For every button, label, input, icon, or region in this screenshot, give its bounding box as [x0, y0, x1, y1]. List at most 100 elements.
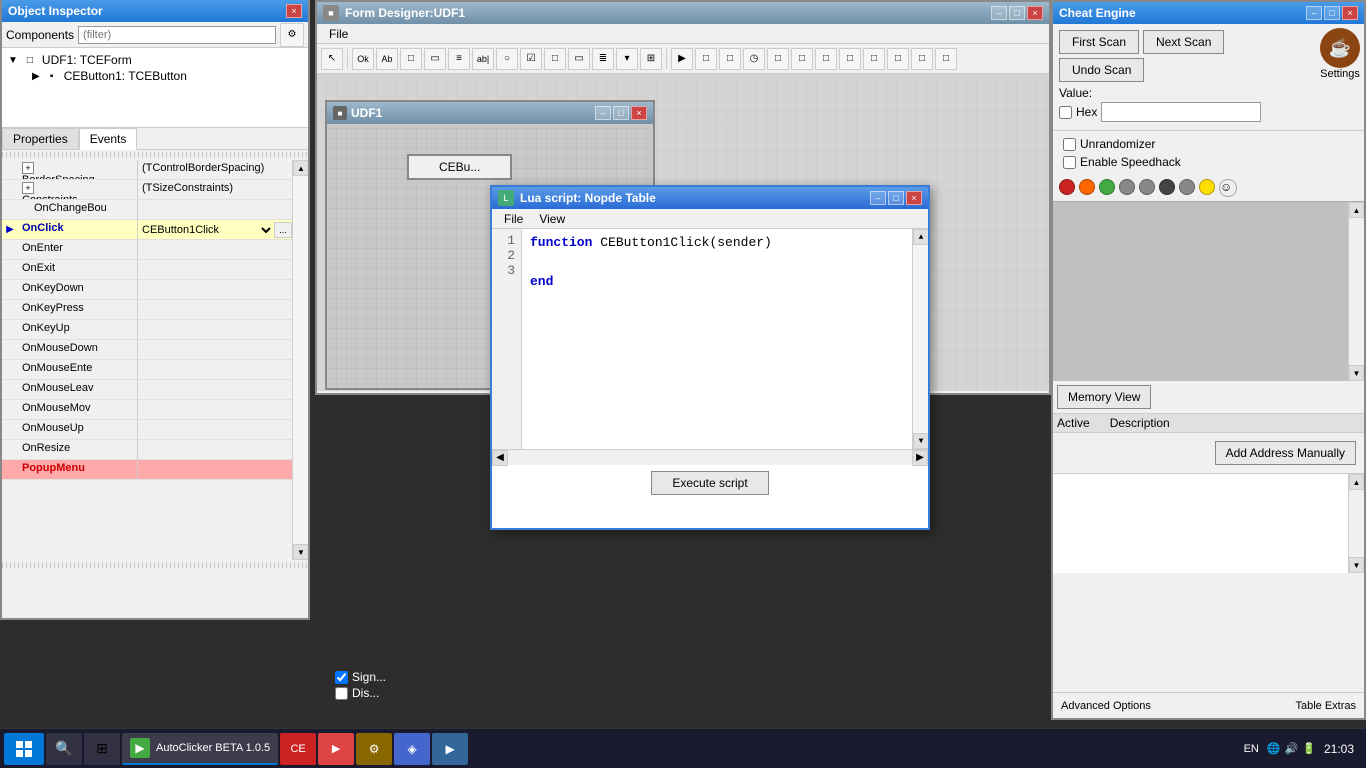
lua-scroll-track[interactable]: [913, 245, 928, 433]
prop-row-onkeypress[interactable]: OnKeyPress: [2, 300, 292, 320]
prop-row-popupmenu[interactable]: PopupMenu: [2, 460, 292, 480]
lua-scrollbar-h[interactable]: ◀ ▶: [492, 449, 928, 465]
prop-row-onmouseente[interactable]: OnMouseEnte: [2, 360, 292, 380]
taskbar-app2[interactable]: ▶: [318, 733, 354, 765]
fd-check-btn[interactable]: ☑: [520, 48, 542, 70]
tab-events[interactable]: Events: [79, 128, 138, 150]
fd-tb4-btn[interactable]: □: [863, 48, 885, 70]
sign-checkbox[interactable]: [335, 671, 348, 684]
start-button[interactable]: [4, 733, 44, 765]
filter-btn[interactable]: ⚙: [280, 23, 304, 47]
scroll-up-btn[interactable]: ▲: [293, 160, 308, 176]
ce-scroll-down[interactable]: ▼: [1349, 365, 1364, 381]
lua-close-btn[interactable]: ×: [906, 191, 922, 205]
prop-row-borderspacing[interactable]: + BorderSpacing (TControlBorderSpacing): [2, 160, 292, 180]
fd-tb5-btn[interactable]: □: [887, 48, 909, 70]
prop-value-onclick-select[interactable]: CEButton1Click: [138, 223, 274, 237]
fd-panel-btn[interactable]: □: [544, 48, 566, 70]
onclick-ellipsis-btn[interactable]: ...: [274, 222, 292, 238]
prop-row-onmousemov[interactable]: OnMouseMov: [2, 400, 292, 420]
taskbar-app-autoclicker[interactable]: ▶ AutoClicker BETA 1.0.5: [122, 733, 278, 765]
udf1-button[interactable]: CEBu...: [407, 154, 512, 180]
prop-row-onresize[interactable]: OnResize: [2, 440, 292, 460]
fd-timer-btn[interactable]: ◷: [743, 48, 765, 70]
speedhack-checkbox[interactable]: [1063, 156, 1076, 169]
fd-ce-btn[interactable]: □: [695, 48, 717, 70]
lua-scrollbar-v[interactable]: ▲ ▼: [912, 229, 928, 449]
fd-memo-btn[interactable]: ≡: [448, 48, 470, 70]
prop-expand-border[interactable]: +: [22, 162, 34, 174]
lua-scroll-left[interactable]: ◀: [492, 450, 508, 466]
settings-area[interactable]: ☕ Settings: [1320, 28, 1360, 80]
fd-progress-btn[interactable]: □: [767, 48, 789, 70]
ce-minimize-btn[interactable]: –: [1306, 6, 1322, 20]
ce-scrollbar-v[interactable]: ▲ ▼: [1348, 202, 1364, 381]
fd-ab-btn[interactable]: Ab: [376, 48, 398, 70]
taskbar-ce-icon[interactable]: CE: [280, 733, 316, 765]
addr-table-body[interactable]: ▲ ▼: [1053, 473, 1364, 573]
taskbar-app3[interactable]: ⚙: [356, 733, 392, 765]
undo-scan-btn[interactable]: Undo Scan: [1059, 58, 1144, 82]
prop-row-onexit[interactable]: OnExit: [2, 260, 292, 280]
first-scan-btn[interactable]: First Scan: [1059, 30, 1139, 54]
add-address-btn[interactable]: Add Address Manually: [1215, 441, 1356, 465]
fd-tb1-btn[interactable]: □: [791, 48, 813, 70]
prop-expand-constraints[interactable]: +: [22, 182, 34, 194]
taskbar-app5[interactable]: ▶: [432, 733, 468, 765]
fd-group-btn[interactable]: ▭: [568, 48, 590, 70]
lua-minimize-btn[interactable]: –: [870, 191, 886, 205]
lua-file-menu[interactable]: File: [496, 210, 531, 228]
ce-scroll-track[interactable]: [1349, 218, 1364, 365]
udf1-maximize[interactable]: □: [613, 106, 629, 120]
hex-checkbox[interactable]: [1059, 106, 1072, 119]
ce-close-btn[interactable]: ×: [1342, 6, 1358, 20]
fd-ok-btn[interactable]: Ok: [352, 48, 374, 70]
fd-select-tool[interactable]: ↖: [321, 48, 343, 70]
prop-row-onclick[interactable]: ▶ OnClick CEButton1Click ...: [2, 220, 292, 240]
fd-img-btn[interactable]: ▭: [424, 48, 446, 70]
fd-combo-btn[interactable]: ▾: [616, 48, 638, 70]
fd-script-btn[interactable]: □: [719, 48, 741, 70]
fd-grid-btn[interactable]: ⊞: [640, 48, 662, 70]
prop-row-onenter[interactable]: OnEnter: [2, 240, 292, 260]
form-close-btn[interactable]: ×: [1027, 6, 1043, 20]
props-scrollbar[interactable]: ▲ ▼: [292, 160, 308, 560]
udf1-minimize[interactable]: –: [595, 106, 611, 120]
prop-row-onmouseup[interactable]: OnMouseUp: [2, 420, 292, 440]
unrandomizer-checkbox[interactable]: [1063, 138, 1076, 151]
fd-tb7-btn[interactable]: □: [935, 48, 957, 70]
value-input-field[interactable]: [1101, 102, 1261, 122]
lua-view-menu[interactable]: View: [531, 210, 573, 228]
memory-view-btn[interactable]: Memory View: [1057, 385, 1151, 409]
ce-scroll-up[interactable]: ▲: [1349, 202, 1364, 218]
prop-row-constraints[interactable]: + Constraints (TSizeConstraints): [2, 180, 292, 200]
addr-scroll-track[interactable]: [1349, 490, 1364, 557]
props-list[interactable]: + BorderSpacing (TControlBorderSpacing) …: [2, 160, 292, 560]
scroll-track[interactable]: [293, 176, 308, 544]
fd-radio-btn[interactable]: ○: [496, 48, 518, 70]
tab-properties[interactable]: Properties: [2, 128, 79, 149]
fd-tb3-btn[interactable]: □: [839, 48, 861, 70]
addr-scroll-down[interactable]: ▼: [1349, 557, 1364, 573]
prop-row-onkeyup[interactable]: OnKeyUp: [2, 320, 292, 340]
next-scan-btn[interactable]: Next Scan: [1143, 30, 1224, 54]
tree-item-udf1[interactable]: ▼ □ UDF1: TCEForm: [4, 52, 306, 68]
properties-grid[interactable]: + BorderSpacing (TControlBorderSpacing) …: [2, 160, 308, 560]
addr-scrollbar[interactable]: ▲ ▼: [1348, 474, 1364, 573]
dis-checkbox[interactable]: [335, 687, 348, 700]
tree-item-button1[interactable]: ▶ ▪ CEButton1: TCEButton: [4, 68, 306, 84]
scroll-down-btn[interactable]: ▼: [293, 544, 308, 560]
lua-scroll-right[interactable]: ▶: [912, 450, 928, 466]
form-minimize-btn[interactable]: –: [991, 6, 1007, 20]
fd-arrow-btn[interactable]: ▶: [671, 48, 693, 70]
code-content[interactable]: function CEButton1Click(sender) end: [522, 229, 912, 449]
fd-list-btn[interactable]: ≣: [592, 48, 614, 70]
addr-scroll-up[interactable]: ▲: [1349, 474, 1364, 490]
close-button[interactable]: ×: [286, 4, 302, 18]
fd-edit-btn[interactable]: ab|: [472, 48, 494, 70]
prop-row-onchangebou[interactable]: OnChangeBou: [2, 200, 292, 220]
component-tree[interactable]: ▼ □ UDF1: TCEForm ▶ ▪ CEButton1: TCEButt…: [2, 48, 308, 128]
execute-script-btn[interactable]: Execute script: [651, 471, 768, 495]
ce-maximize-btn[interactable]: □: [1324, 6, 1340, 20]
prop-row-onkeydown[interactable]: OnKeyDown: [2, 280, 292, 300]
